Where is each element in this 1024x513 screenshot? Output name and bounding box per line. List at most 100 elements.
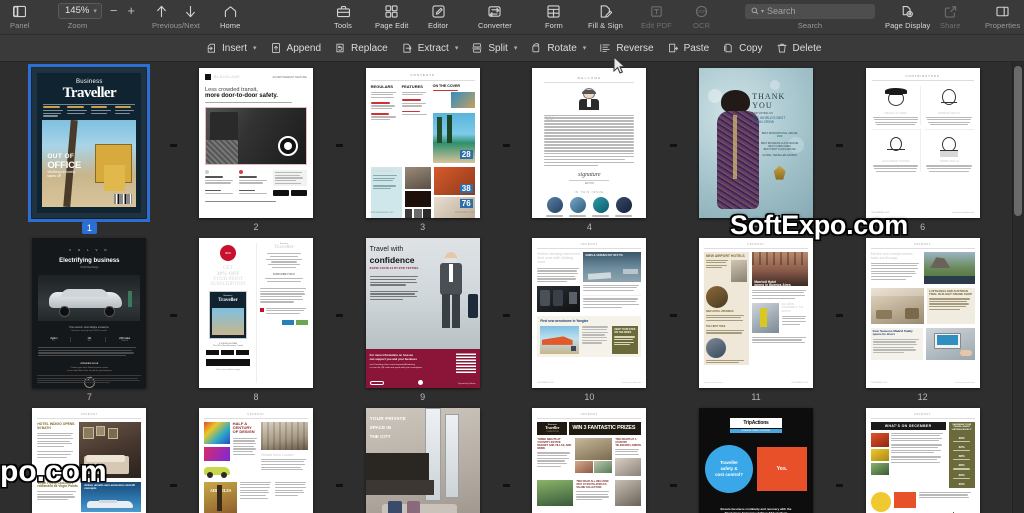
replace-button[interactable]: Replace [327, 35, 394, 62]
page-cell[interactable]: YOUR PRIVATE SPACE IN THE CITY Serviced … [336, 406, 506, 513]
page-cell[interactable]: UPFRONT Electric and coastal season look… [836, 236, 1006, 406]
search-placeholder: Search [767, 6, 796, 16]
svg-text:OCR: OCR [696, 9, 707, 14]
trash-icon [777, 43, 786, 53]
page-cell[interactable]: Business Traveller OUT OF OFFICE Working… [6, 64, 173, 236]
page-number: 12 [917, 392, 928, 402]
page-number: 8 [253, 392, 259, 402]
share-button[interactable]: Share [940, 0, 961, 35]
page-cell[interactable]: WELCOME W signature EDITOR IN THIS ISSUE… [503, 66, 673, 236]
page-thumbnail-16[interactable]: UPFRONT Business Traveller COMPETITION W… [532, 408, 647, 513]
page-cell[interactable]: Travel with confidence RAPID COVID-19 RT… [336, 236, 506, 406]
page-cell[interactable]: BLACKLANE ADVERTISEMENT FEATURE Less cro… [169, 66, 340, 236]
page-thumbnail-2[interactable]: BLACKLANE ADVERTISEMENT FEATURE Less cro… [198, 68, 313, 218]
replace-page-icon [336, 43, 344, 53]
insert-button[interactable]: Insert ▾ [198, 35, 263, 62]
page-cell[interactable]: CONTENTS REGULARS FEATURES ON THE COVER … [336, 66, 506, 236]
page-edit-toolbar: Insert ▾ Append Replace Extract ▾ Split … [0, 35, 1024, 62]
page-thumbnail-6[interactable]: CONTRIBUTORS MICHELLE HARBI ANDREW HEALE… [865, 68, 980, 218]
text-box-icon [651, 5, 662, 17]
page-thumbnail-4[interactable]: WELCOME W signature EDITOR IN THIS ISSUE [532, 68, 647, 218]
page-cell[interactable]: UPFRONT WHAT'S ON DECEMBER CALENDAR YOUR… [836, 406, 1006, 513]
search-control[interactable]: ▾ Search Search [745, 0, 875, 35]
append-button[interactable]: Append [263, 35, 327, 62]
home-button[interactable]: Home [220, 0, 240, 35]
page-cell[interactable]: UPFRONT British Airways launches first s… [503, 236, 673, 406]
vertical-scrollbar[interactable] [1012, 62, 1024, 513]
insert-dropdown-caret-icon[interactable]: ▾ [253, 44, 257, 52]
properties-button[interactable]: Properties [985, 0, 1020, 35]
page-cell[interactable]: UPFRONT HALF A CENTURY OF DESIGN Nomad S… [169, 406, 340, 513]
page-thumbnail-14[interactable]: UPFRONT HALF A CENTURY OF DESIGN Nomad S… [198, 408, 313, 513]
page-thumbnail-5[interactable]: THANK YOU FOR VOTING US THE WORLD'S BEST… [698, 68, 813, 218]
page-thumbnail-17[interactable]: TripActions BUSINESS TRAVEL & EXPENSE Tr… [698, 408, 813, 513]
converter-button[interactable]: Converter [478, 0, 512, 35]
page-cell[interactable]: 30% GET 30% OFF YOUR PRINT SUBSCRIPTION … [169, 236, 340, 406]
zoom-in-button[interactable]: + [125, 4, 137, 18]
page-display-button[interactable]: Page Display [885, 0, 930, 35]
scrollbar-thumb[interactable] [1014, 66, 1022, 216]
page-thumbnail-12[interactable]: UPFRONT Electric and coastal season look… [865, 238, 980, 388]
page-cell[interactable]: TripActions BUSINESS TRAVEL & EXPENSE Tr… [669, 406, 840, 513]
fill-sign-label: Fill & Sign [588, 21, 623, 30]
page-number: 5 [753, 222, 759, 232]
arrow-up-icon[interactable] [153, 3, 170, 20]
zoom-out-button[interactable]: − [108, 4, 120, 18]
delete-button[interactable]: Delete [769, 35, 828, 62]
page-thumbnail-1[interactable]: Business Traveller OUT OF OFFICE Working… [28, 64, 151, 222]
tools-label: Tools [334, 21, 353, 30]
page-display-icon [902, 5, 914, 17]
page-cell[interactable]: UPFRONT Business Traveller COMPETITION W… [503, 406, 673, 513]
page-thumbnail-15[interactable]: YOUR PRIVATE SPACE IN THE CITY Serviced … [365, 408, 480, 513]
edit-pdf-button[interactable]: Edit PDF [641, 0, 672, 35]
zoom-select[interactable]: 145% ▾ [58, 3, 102, 19]
page-cell[interactable]: THANK YOU FOR VOTING US THE WORLD'S BEST… [669, 66, 840, 236]
fill-sign-button[interactable]: Fill & Sign [588, 0, 623, 35]
split-label: Split [488, 42, 508, 54]
arrow-down-icon[interactable] [182, 3, 199, 20]
ocr-button[interactable]: OCR OCR [693, 0, 710, 35]
page-edit-button[interactable]: Page Edit [375, 0, 408, 35]
split-dropdown-caret-icon[interactable]: ▾ [514, 44, 518, 52]
copy-button[interactable]: Copy [715, 35, 768, 62]
panel-toggle[interactable]: Panel [10, 0, 30, 35]
edit-pdf-label: Edit PDF [641, 21, 672, 30]
extract-button[interactable]: Extract ▾ [394, 35, 465, 62]
editor-button[interactable]: Editor [428, 0, 448, 35]
paste-button[interactable]: Paste [660, 35, 716, 62]
extract-dropdown-caret-icon[interactable]: ▾ [455, 44, 459, 52]
search-dropdown-caret-icon[interactable]: ▾ [761, 8, 764, 15]
search-label: Search [797, 21, 823, 30]
search-input[interactable]: ▾ Search [745, 3, 875, 19]
page-thumbnail-10[interactable]: UPFRONT British Airways launches first s… [532, 238, 647, 388]
convert-arrows-icon [488, 5, 501, 17]
previous-next-control[interactable]: Previous/Next [152, 0, 200, 35]
page-thumbnail-18[interactable]: UPFRONT WHAT'S ON DECEMBER CALENDAR YOUR… [865, 408, 980, 513]
panel-icon [13, 5, 27, 17]
page-cell[interactable]: CONTRIBUTORS MICHELLE HARBI ANDREW HEALE… [836, 66, 1006, 236]
replace-label: Replace [351, 42, 388, 54]
converter-label: Converter [478, 21, 512, 30]
page-thumbnail-3[interactable]: CONTENTS REGULARS FEATURES ON THE COVER … [365, 68, 480, 218]
page-thumbnail-13[interactable]: UPFRONT HOTEL INDIGO OPENS IN BATH Virgi… [32, 408, 147, 513]
page-thumbnail-workspace[interactable]: Business Traveller OUT OF OFFICE Working… [0, 62, 1024, 513]
tools-button[interactable]: Tools [334, 0, 352, 35]
page-cell[interactable]: UPFRONT HOTEL INDIGO OPENS IN BATH Virgi… [6, 406, 173, 513]
page-number: 9 [420, 392, 426, 402]
page-cell[interactable]: UPFRONT NEW AIRPORT HOTELS NEW HOTEL OPE… [669, 236, 840, 406]
split-button[interactable]: Split ▾ [464, 35, 523, 62]
page-thumbnail-11[interactable]: UPFRONT NEW AIRPORT HOTELS NEW HOTEL OPE… [698, 238, 813, 388]
paste-page-icon [668, 43, 678, 53]
rotate-button[interactable]: Rotate ▾ [523, 35, 592, 62]
page-thumbnail-8[interactable]: 30% GET 30% OFF YOUR PRINT SUBSCRIPTION … [198, 238, 313, 388]
rotate-dropdown-caret-icon[interactable]: ▾ [583, 44, 587, 52]
zoom-control[interactable]: 145% ▾ − + Zoom [58, 0, 137, 35]
zoom-value: 145% [65, 5, 90, 16]
copy-page-icon [724, 43, 732, 53]
panel-label: Panel [10, 21, 30, 30]
page-thumbnail-9[interactable]: Travel with confidence RAPID COVID-19 RT… [365, 238, 480, 388]
form-button[interactable]: Form [545, 0, 563, 35]
page-cell[interactable]: V O L V O Electrifying business XC40 Rec… [6, 236, 173, 406]
page-thumbnail-7[interactable]: V O L V O Electrifying business XC40 Rec… [32, 238, 147, 388]
magnifier-icon [751, 7, 759, 15]
